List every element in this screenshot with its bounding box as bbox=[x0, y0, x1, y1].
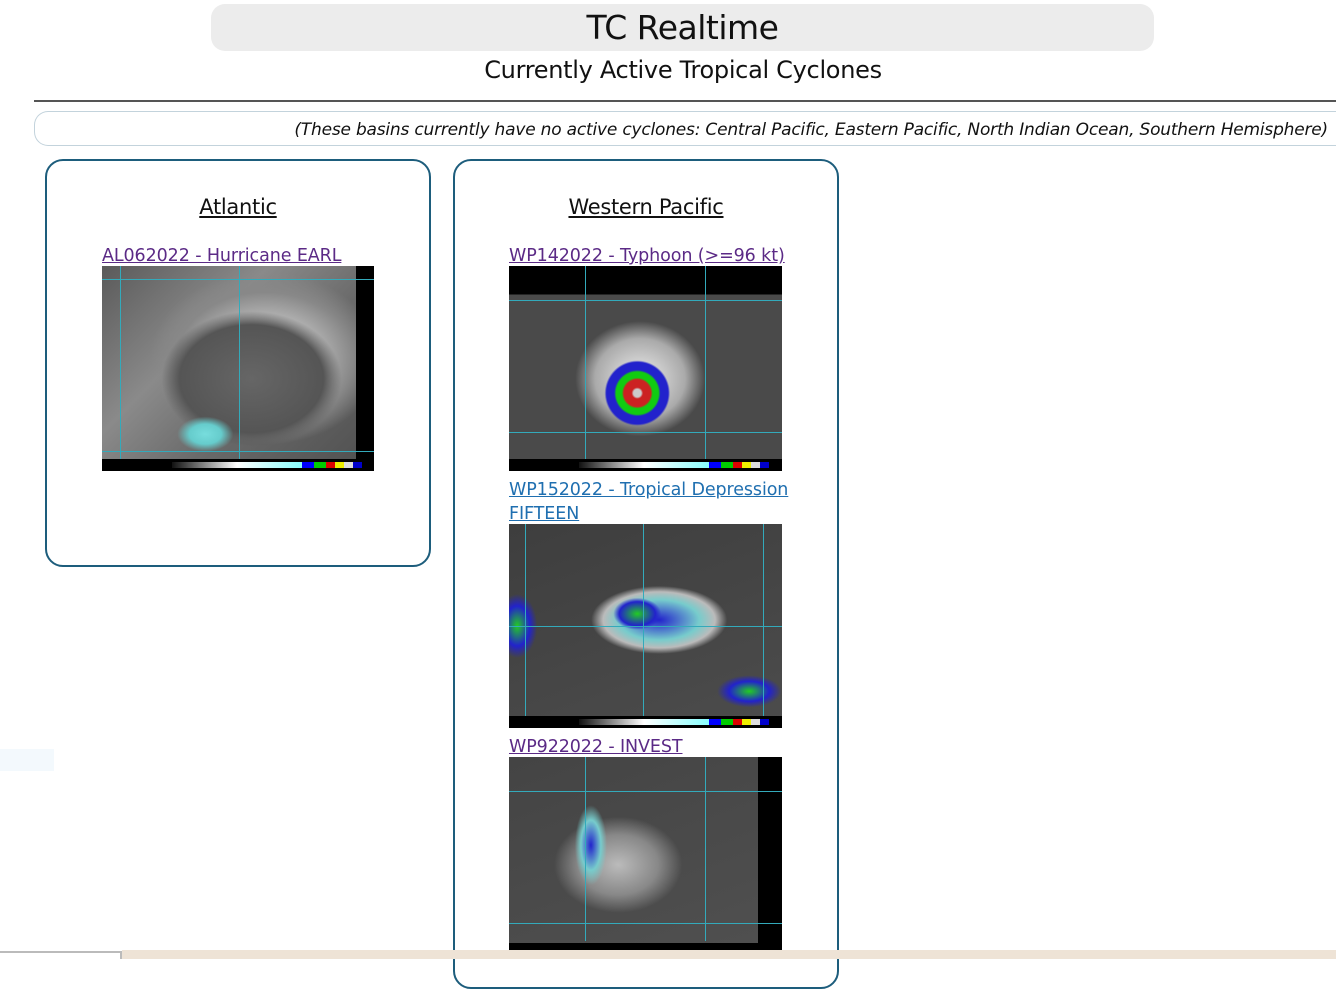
lat-lon-gridline bbox=[239, 266, 240, 459]
image-color-legend bbox=[102, 459, 374, 471]
satellite-image-al062022[interactable] bbox=[102, 266, 374, 471]
storm-link-line1: WP152022 - Tropical Depression bbox=[509, 480, 789, 500]
legend-swatches bbox=[709, 719, 769, 725]
lat-lon-gridline bbox=[585, 757, 586, 941]
basin-panel-atlantic: Atlantic AL062022 - Hurricane EARL bbox=[45, 159, 431, 567]
lat-lon-gridline bbox=[705, 757, 706, 941]
inactive-basins-text: (These basins currently have no active c… bbox=[294, 120, 1328, 140]
lat-lon-gridline bbox=[585, 266, 586, 459]
storm-link-wp922022[interactable]: WP922022 - INVEST bbox=[509, 735, 683, 759]
image-border bbox=[356, 266, 374, 459]
storm-link-line2: FIFTEEN bbox=[509, 504, 580, 524]
satellite-image-wp152022[interactable] bbox=[509, 524, 782, 728]
lat-lon-gridline bbox=[509, 923, 782, 924]
page-title: TC Realtime bbox=[586, 8, 779, 47]
lat-lon-gridline bbox=[102, 451, 374, 452]
side-tab bbox=[0, 749, 54, 771]
storm-link-wp152022[interactable]: WP152022 - Tropical Depression FIFTEEN bbox=[509, 478, 788, 526]
basin-title: Western Pacific bbox=[568, 195, 724, 219]
inactive-basins-notice: (These basins currently have no active c… bbox=[34, 111, 1336, 146]
page-subtitle: Currently Active Tropical Cyclones bbox=[484, 56, 882, 84]
lat-lon-gridline bbox=[705, 266, 706, 459]
lat-lon-gridline bbox=[525, 524, 526, 716]
legend-swatches bbox=[709, 462, 769, 468]
lat-lon-gridline bbox=[509, 791, 782, 792]
lat-lon-gridline bbox=[102, 279, 374, 280]
bottom-strip bbox=[122, 950, 1336, 959]
basin-title: Atlantic bbox=[199, 195, 277, 219]
lat-lon-gridline bbox=[643, 524, 644, 716]
image-color-legend bbox=[509, 459, 782, 471]
lat-lon-gridline bbox=[120, 266, 121, 459]
lat-lon-gridline bbox=[509, 300, 782, 301]
image-color-legend bbox=[509, 716, 782, 728]
lat-lon-gridline bbox=[509, 432, 782, 433]
legend-gradient bbox=[579, 719, 709, 725]
lat-lon-gridline bbox=[509, 626, 782, 627]
lat-lon-gridline bbox=[763, 524, 764, 716]
header-divider bbox=[34, 100, 1336, 102]
satellite-image-wp922022[interactable] bbox=[509, 757, 782, 953]
legend-gradient bbox=[172, 462, 302, 468]
bottom-panel-tab bbox=[0, 951, 122, 959]
legend-gradient bbox=[579, 462, 709, 468]
title-bar: TC Realtime bbox=[211, 4, 1154, 51]
basin-panel-western-pacific: Western Pacific WP142022 - Typhoon (>=96… bbox=[453, 159, 839, 989]
legend-swatches bbox=[302, 462, 362, 468]
satellite-image-wp142022[interactable] bbox=[509, 266, 782, 471]
storm-link-al062022[interactable]: AL062022 - Hurricane EARL bbox=[102, 244, 341, 268]
